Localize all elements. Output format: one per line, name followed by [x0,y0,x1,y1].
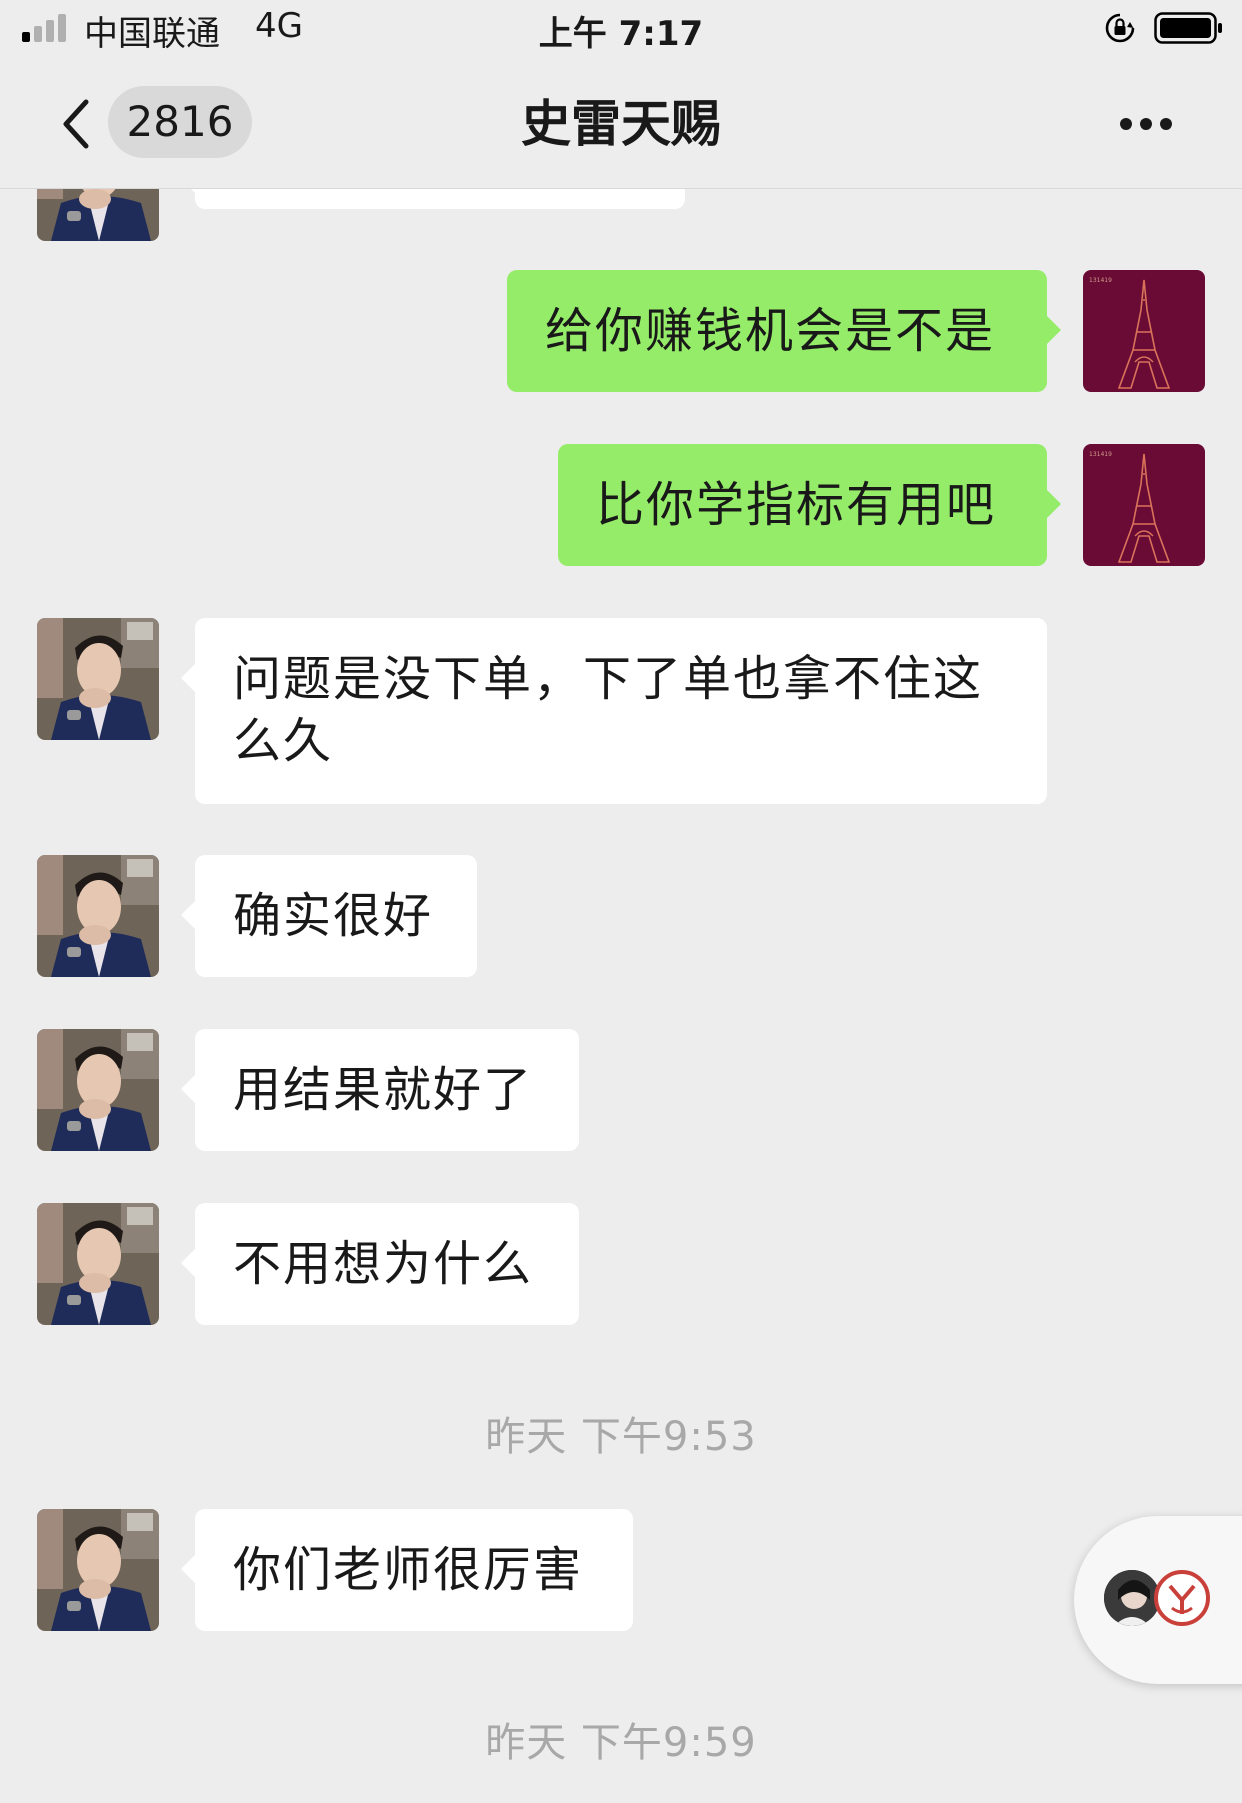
contact-avatar[interactable] [37,1509,159,1631]
message-text: 问题是没下单，下了单也拿不住这么久 [233,651,984,769]
status-bar: 中国联通 4G 上午 7:17 [0,0,1242,58]
message-bubble-received[interactable] [181,189,685,209]
message-text: 不用想为什么 [233,1236,534,1292]
contact-avatar[interactable] [37,855,159,977]
message-text: 用结果就好了 [233,1062,534,1118]
contact-avatar[interactable] [37,1029,159,1151]
message-list[interactable]: 给你赚钱机会是不是 比你学指标有用吧 问题是没下单，下了单也拿不住这么久 确实很… [0,189,1242,1803]
my-avatar[interactable] [1083,444,1205,566]
message-text: 确实很好 [233,888,434,944]
contact-avatar[interactable] [37,1203,159,1325]
floating-window-widget[interactable] [1074,1516,1242,1684]
message-text: 比你学指标有用吧 [596,477,997,533]
status-time: 上午 7:17 [538,14,704,54]
message-bubble-received[interactable]: 确实很好 [181,855,477,977]
message-bubble-received[interactable]: 不用想为什么 [181,1203,579,1325]
message-text: 给你赚钱机会是不是 [545,303,996,359]
app-logo-icon [1154,1570,1210,1626]
contact-avatar[interactable] [37,189,159,241]
message-timestamp: 昨天 下午9:53 [485,1414,757,1460]
message-bubble-sent[interactable]: 比你学指标有用吧 [558,444,1061,566]
battery-icon [1154,12,1222,44]
rotation-lock-icon [1105,13,1135,43]
chat-header: 2816 史雷天赐 [0,58,1242,189]
message-bubble-received[interactable]: 你们老师很厉害 [181,1509,633,1631]
message-timestamp: 昨天 下午9:59 [485,1720,757,1766]
message-bubble-sent[interactable]: 给你赚钱机会是不是 [507,270,1061,392]
message-bubble-received[interactable]: 用结果就好了 [181,1029,579,1151]
chat-title: 史雷天赐 [521,95,721,153]
message-text: 你们老师很厉害 [233,1542,584,1598]
user-avatar-icon [1104,1570,1160,1626]
contact-avatar[interactable] [37,618,159,740]
my-avatar[interactable] [1083,270,1205,392]
message-bubble-received[interactable]: 问题是没下单，下了单也拿不住这么久 [181,618,1047,804]
more-dots-icon[interactable] [1116,114,1176,134]
